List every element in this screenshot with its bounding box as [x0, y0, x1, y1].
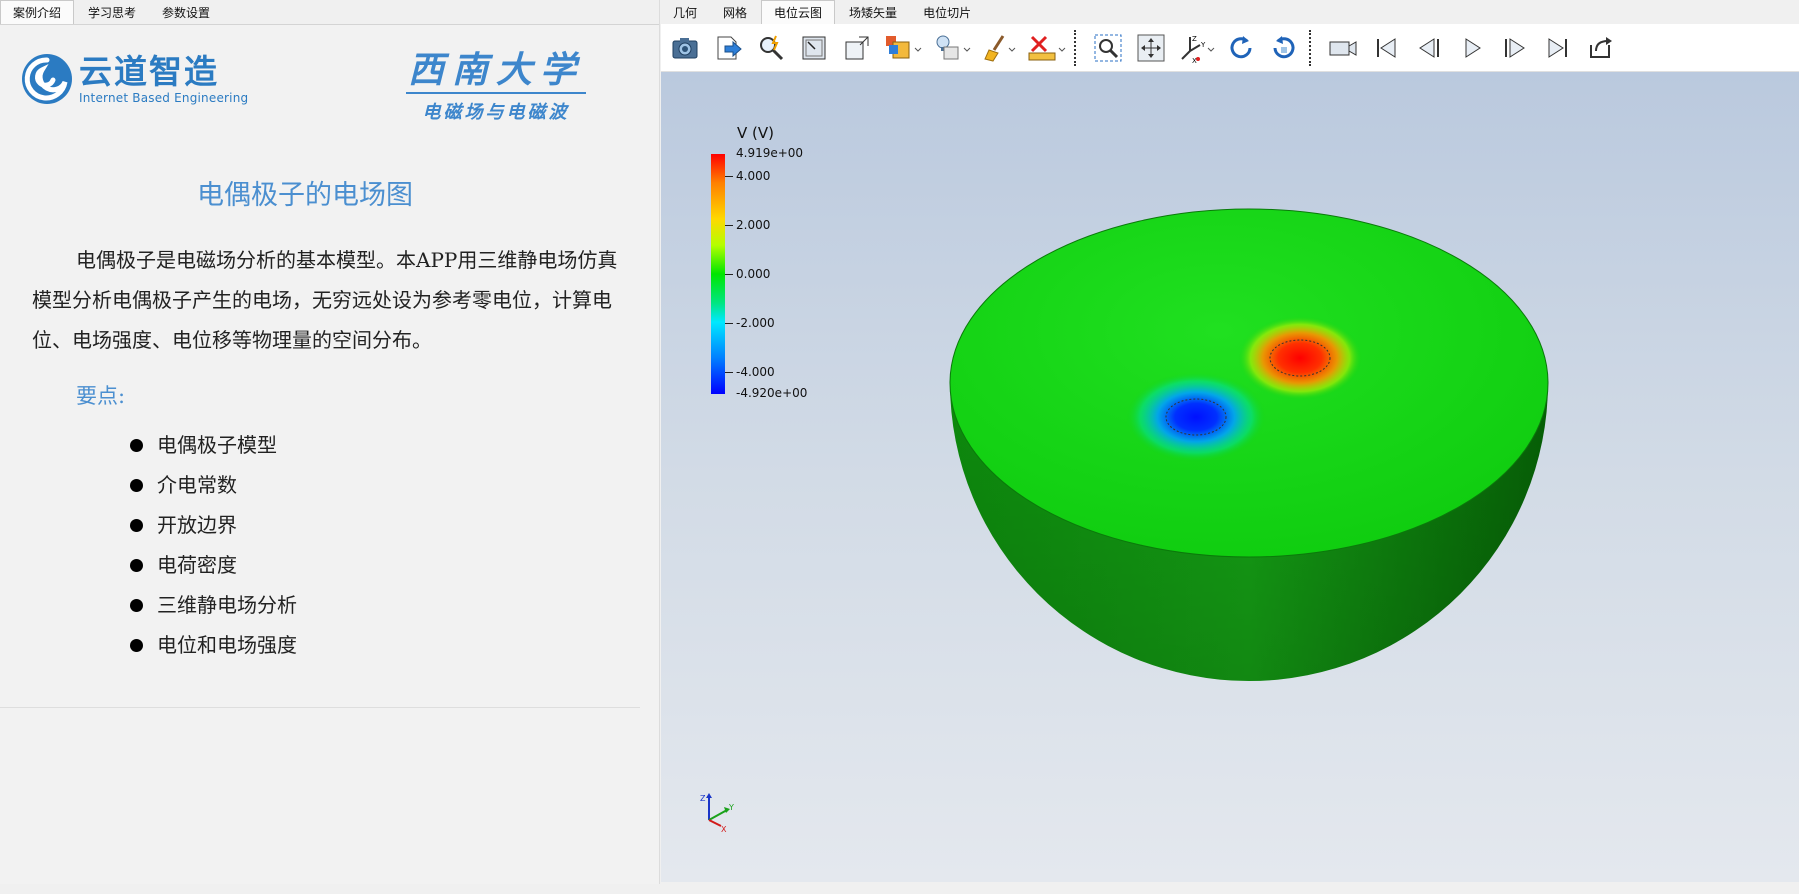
fit-box-icon[interactable]	[795, 29, 833, 67]
list-item: 开放边界	[130, 505, 297, 545]
tab-param-settings[interactable]: 参数设置	[150, 2, 222, 24]
point-text: 电位和电场强度	[157, 633, 297, 657]
tab-potential-contour[interactable]: 电位云图	[761, 0, 836, 24]
axis-z-label: Z	[700, 794, 706, 803]
axis-y-label: Y	[728, 803, 734, 812]
prev-frame-icon[interactable]	[1410, 29, 1448, 67]
clip-box-icon[interactable]	[881, 29, 925, 67]
list-item: 电荷密度	[130, 545, 297, 585]
tab-potential-slice[interactable]: 电位切片	[911, 2, 983, 24]
bullet-icon	[130, 518, 143, 532]
toolbar-separator	[1309, 29, 1311, 66]
point-text: 电荷密度	[157, 553, 237, 577]
next-frame-icon[interactable]	[1496, 29, 1534, 67]
tab-field-vector[interactable]: 场矮矢量	[837, 2, 909, 24]
point-text: 电偶极子模型	[157, 433, 277, 457]
rotate-ccw-icon[interactable]	[1265, 29, 1303, 67]
light-icon[interactable]	[930, 29, 974, 67]
axes-orient-icon[interactable]: ZY X	[1175, 29, 1217, 67]
pan-icon[interactable]	[1132, 29, 1170, 67]
last-frame-icon[interactable]	[1539, 29, 1577, 67]
points-label: 要点:	[76, 384, 126, 408]
tab-study-think[interactable]: 学习思考	[76, 2, 148, 24]
bullet-icon	[130, 638, 143, 652]
rotate-cw-icon[interactable]	[1222, 29, 1260, 67]
ruler-delete-icon[interactable]	[1024, 29, 1068, 67]
point-text: 介电常数	[157, 473, 237, 497]
axes-triad-icon: Z Y X	[700, 793, 734, 834]
bullet-icon	[130, 598, 143, 612]
play-icon[interactable]	[1453, 29, 1491, 67]
swirl-logo-icon	[22, 54, 72, 104]
right-panel: 几何 网格 电位云图 场矮矢量 电位切片 ZYX V (V) 4.919e+00…	[661, 0, 1799, 894]
yundao-logo-sub: Internet Based Engineering	[79, 90, 249, 105]
bullet-icon	[130, 478, 143, 492]
brush-icon[interactable]	[979, 29, 1019, 67]
viewer-toolbar: ZY X	[661, 24, 1799, 72]
list-item: 三维静电场分析	[130, 585, 297, 625]
point-text: 开放边界	[157, 513, 237, 537]
status-bar	[0, 884, 1799, 894]
axis-x-label: X	[721, 825, 727, 834]
box-select-icon[interactable]	[838, 29, 876, 67]
list-item: 介电常数	[130, 465, 297, 505]
svg-text:Z: Z	[1192, 35, 1197, 43]
probe-icon[interactable]	[752, 29, 790, 67]
list-item: 电位和电场强度	[130, 625, 297, 665]
svg-text:Y: Y	[1200, 41, 1206, 49]
export-icon[interactable]	[709, 29, 747, 67]
zoom-box-icon[interactable]	[1089, 29, 1127, 67]
tab-case-intro[interactable]: 案例介绍	[0, 0, 75, 24]
tab-geometry[interactable]: 几何	[661, 2, 709, 24]
first-frame-icon[interactable]	[1367, 29, 1405, 67]
case-intro-content: 云道智造 Internet Based Engineering 西南大学 电磁场…	[0, 25, 640, 708]
points-list: 电偶极子模型 介电常数 开放边界 电荷密度 三维静电场分析 电位和电场强度	[130, 425, 297, 665]
dipole-hemisphere-model	[949, 208, 1549, 681]
tab-mesh[interactable]: 网格	[711, 2, 759, 24]
video-camera-icon[interactable]	[1324, 29, 1362, 67]
yundao-logo: 云道智造 Internet Based Engineering	[20, 52, 248, 106]
loop-icon[interactable]	[1582, 29, 1620, 67]
swu-logo-sub: 电磁场与电磁波	[422, 102, 570, 123]
toolbar-separator	[1074, 29, 1076, 66]
bullet-icon	[130, 438, 143, 452]
page-title: 电偶极子的电场图	[197, 180, 413, 211]
point-text: 三维静电场分析	[157, 593, 297, 617]
yundao-logo-main: 云道智造	[79, 51, 219, 91]
render-viewport[interactable]: V (V) 4.919e+00 -4.920e+00 4.000 2.000 0.0…	[661, 72, 1799, 882]
bullet-icon	[130, 558, 143, 572]
swu-logo-main: 西南大学	[406, 50, 586, 94]
right-tabbar: 几何 网格 电位云图 场矮矢量 电位切片	[661, 0, 1799, 25]
intro-paragraph: 电偶极子是电磁场分析的基本模型。本APP用三维静电场仿真模型分析电偶极子产生的电…	[32, 248, 618, 352]
list-item: 电偶极子模型	[130, 425, 297, 465]
left-panel: 案例介绍 学习思考 参数设置 云道智造 Internet Based Engin…	[0, 0, 660, 894]
swu-logo: 西南大学 电磁场与电磁波	[406, 50, 586, 124]
svg-text:X: X	[1192, 57, 1197, 63]
left-tabbar: 案例介绍 学习思考 参数设置	[0, 0, 659, 25]
camera-icon[interactable]	[666, 29, 704, 67]
